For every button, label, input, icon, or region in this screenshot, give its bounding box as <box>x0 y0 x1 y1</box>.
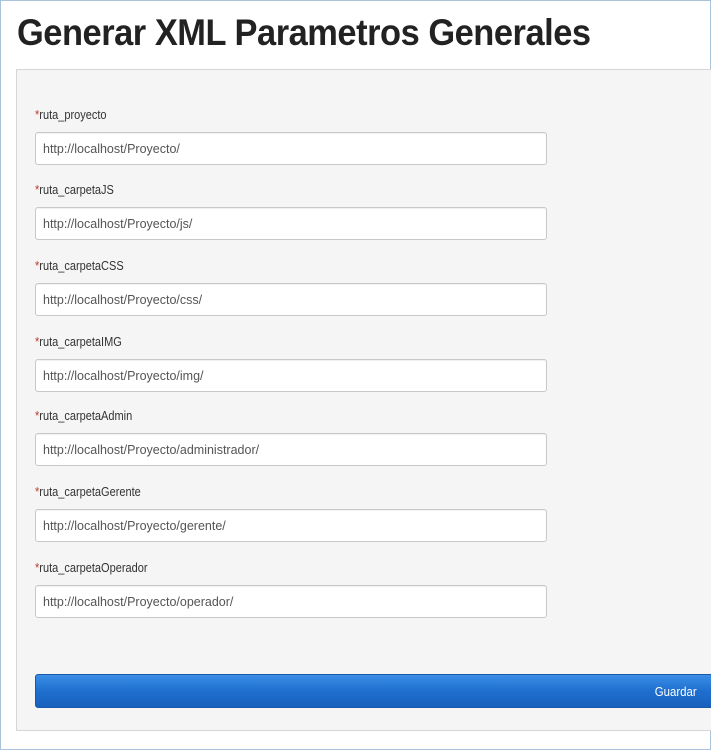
field-label: *ruta_proyecto <box>35 107 107 123</box>
field-label: *ruta_carpetaCSS <box>35 258 124 274</box>
field-label-text: ruta_carpetaIMG <box>39 335 122 349</box>
field-label-text: ruta_carpetaCSS <box>39 259 124 273</box>
field-label: *ruta_carpetaAdmin <box>35 408 132 424</box>
field-label: *ruta_carpetaIMG <box>35 334 122 350</box>
field-label-text: ruta_carpetaAdmin <box>39 409 133 423</box>
field-label-text: ruta_carpetaJS <box>39 183 114 197</box>
field-ruta-proyecto: *ruta_proyecto <box>35 107 547 165</box>
ruta-carpetaoperador-input[interactable] <box>35 585 547 618</box>
field-ruta-carpetagerente: *ruta_carpetaGerente <box>35 484 547 542</box>
ruta-carpetacss-input[interactable] <box>35 283 547 316</box>
field-ruta-carpetacss: *ruta_carpetaCSS <box>35 258 547 316</box>
ruta-carpetaadmin-input[interactable] <box>35 433 547 466</box>
save-button[interactable]: Guardar <box>35 674 711 708</box>
field-ruta-carpetajs: *ruta_carpetaJS <box>35 182 547 240</box>
field-ruta-carpetaoperador: *ruta_carpetaOperador <box>35 560 547 618</box>
page: Generar XML Parametros Generales *ruta_p… <box>0 0 711 750</box>
ruta-carpetajs-input[interactable] <box>35 207 547 240</box>
field-label-text: ruta_proyecto <box>39 108 107 122</box>
field-label: *ruta_carpetaJS <box>35 182 114 198</box>
field-label: *ruta_carpetaOperador <box>35 560 148 576</box>
save-button-label: Guardar <box>655 683 697 699</box>
field-ruta-carpetaimg: *ruta_carpetaIMG <box>35 334 547 392</box>
field-label-text: ruta_carpetaGerente <box>39 485 141 499</box>
field-ruta-carpetaadmin: *ruta_carpetaAdmin <box>35 408 547 466</box>
field-label-text: ruta_carpetaOperador <box>39 561 148 575</box>
page-title: Generar XML Parametros Generales <box>17 12 591 53</box>
field-label: *ruta_carpetaGerente <box>35 484 141 500</box>
parametros-form: *ruta_proyecto *ruta_carpetaJS *ruta_car… <box>16 69 711 731</box>
ruta-carpetaimg-input[interactable] <box>35 359 547 392</box>
ruta-carpetagerente-input[interactable] <box>35 509 547 542</box>
ruta-proyecto-input[interactable] <box>35 132 547 165</box>
